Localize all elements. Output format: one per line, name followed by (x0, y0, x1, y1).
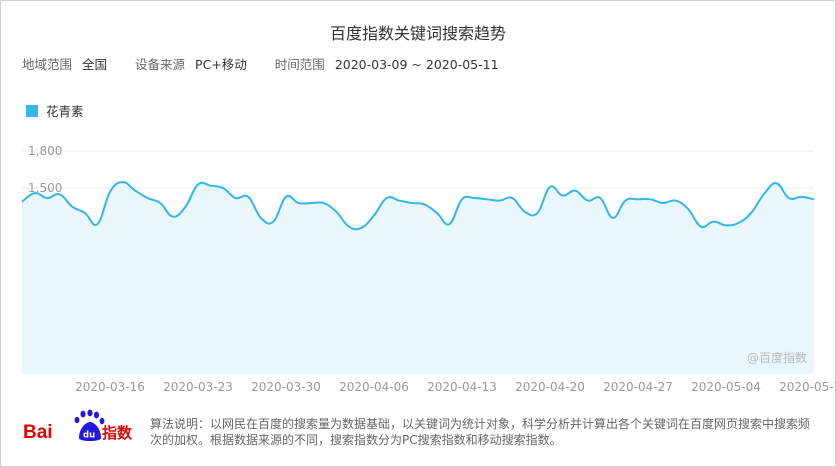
data-point[interactable] (359, 226, 363, 230)
data-point[interactable] (485, 197, 489, 201)
data-point[interactable] (58, 192, 62, 196)
data-point[interactable] (108, 190, 112, 194)
data-point[interactable] (636, 197, 640, 201)
logo-du: du (83, 431, 95, 441)
data-point[interactable] (498, 199, 502, 203)
data-point[interactable] (661, 201, 665, 205)
trend-chart: 3006009001,2001,5001,800 2020-03-162020-… (20, 144, 836, 394)
data-point[interactable] (598, 196, 602, 200)
x-tick-label: 2020-05-04 (691, 380, 761, 394)
data-point[interactable] (45, 196, 49, 200)
data-point[interactable] (95, 222, 99, 226)
data-point[interactable] (309, 201, 313, 205)
data-point[interactable] (297, 201, 301, 205)
data-point[interactable] (410, 201, 414, 205)
data-point[interactable] (146, 196, 150, 200)
data-point[interactable] (799, 195, 803, 199)
data-point[interactable] (334, 210, 338, 214)
data-point[interactable] (699, 225, 703, 229)
data-point[interactable] (121, 180, 125, 184)
x-tick-label: 2020-04-13 (427, 380, 497, 394)
data-point[interactable] (246, 195, 250, 199)
data-point[interactable] (70, 205, 74, 209)
data-point[interactable] (221, 186, 225, 190)
data-point[interactable] (774, 181, 778, 185)
data-point[interactable] (196, 182, 200, 186)
data-point[interactable] (473, 196, 477, 200)
data-point[interactable] (372, 213, 376, 217)
series-area (22, 181, 814, 374)
data-point[interactable] (749, 211, 753, 215)
data-point[interactable] (133, 189, 137, 193)
data-point[interactable] (535, 211, 539, 215)
data-point[interactable] (787, 196, 791, 200)
data-point[interactable] (523, 210, 527, 214)
x-tick-label: 2020-03-23 (163, 380, 233, 394)
data-point[interactable] (234, 196, 238, 200)
data-point[interactable] (447, 222, 451, 226)
data-point[interactable] (686, 207, 690, 211)
y-tick-label: 1,800 (28, 144, 62, 158)
logo-zhishu: 指数 (102, 424, 133, 442)
data-point[interactable] (711, 220, 715, 224)
data-point[interactable] (737, 221, 741, 225)
data-point[interactable] (385, 196, 389, 200)
logo-bai: Bai (23, 422, 53, 443)
x-tick-label: 2020-03-30 (251, 380, 321, 394)
x-tick-label: 2020-04-20 (515, 380, 585, 394)
data-point[interactable] (83, 211, 87, 215)
data-point[interactable] (649, 197, 653, 201)
data-point[interactable] (623, 199, 627, 203)
data-point[interactable] (611, 216, 615, 220)
data-point[interactable] (674, 199, 678, 203)
baidu-index-logo: du Bai 指数 (23, 409, 133, 443)
data-point[interactable] (510, 196, 514, 200)
x-tick-label: 2020-03-16 (75, 380, 145, 394)
data-point[interactable] (573, 189, 577, 193)
algorithm-note: 算法说明：以网民在百度的搜索量为数据基础，以关键词为统计对象，科学分析并计算出各… (150, 417, 811, 447)
data-point[interactable] (322, 201, 326, 205)
data-point[interactable] (33, 191, 37, 195)
data-point[interactable] (724, 223, 728, 227)
data-point[interactable] (397, 199, 401, 203)
data-point[interactable] (271, 220, 275, 224)
data-point[interactable] (460, 197, 464, 201)
data-point[interactable] (171, 215, 175, 219)
data-point[interactable] (347, 225, 351, 229)
data-point[interactable] (284, 195, 288, 199)
data-point[interactable] (586, 199, 590, 203)
data-point[interactable] (20, 200, 24, 204)
data-point[interactable] (209, 184, 213, 188)
x-tick-label: 2020-05-11 (779, 380, 836, 394)
data-point[interactable] (435, 211, 439, 215)
x-tick-label: 2020-04-06 (339, 380, 409, 394)
x-axis: 2020-03-16 2020-03-23 2020-03-30 2020-04-06… (75, 380, 836, 394)
data-point[interactable] (762, 192, 766, 196)
data-point[interactable] (561, 194, 565, 198)
x-tick-label: 2020-04-27 (603, 380, 673, 394)
data-point[interactable] (259, 216, 263, 220)
data-point[interactable] (812, 197, 816, 201)
data-point[interactable] (548, 185, 552, 189)
data-point[interactable] (183, 205, 187, 209)
data-point[interactable] (422, 202, 426, 206)
data-point[interactable] (158, 201, 162, 205)
watermark: @百度指数 (747, 350, 807, 365)
